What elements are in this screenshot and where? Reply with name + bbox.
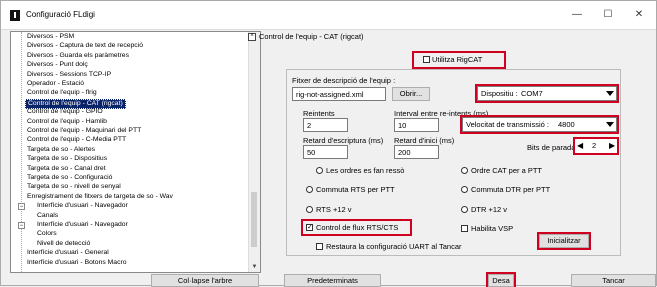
use-rigcat-checkbox[interactable] xyxy=(423,56,430,63)
rts-ptt-label: Commuta RTS per PTT xyxy=(316,185,395,194)
tree-item[interactable]: Targeta de so - Dispositius xyxy=(27,155,107,163)
config-window: Configuració FLdigi — ☐ ✕ Diversos - PSM… xyxy=(0,0,657,287)
chevron-down-icon[interactable] xyxy=(604,118,616,131)
tree-item[interactable]: Diversos - Punt dolç xyxy=(27,61,88,69)
window-title: Configuració FLdigi xyxy=(26,10,95,19)
tree-item[interactable]: Control de l'equip - Maquinari del PTT xyxy=(27,127,141,135)
dtr-ptt-label: Commuta DTR per PTT xyxy=(471,185,551,194)
baud-label: Velocitat de transmissió : xyxy=(466,120,549,129)
device-label: Dispositiu : xyxy=(481,89,518,98)
baud-value: 4800 xyxy=(558,120,575,129)
init-delay-label: Retard d'inici (ms) xyxy=(394,136,455,145)
cat-ptt-radio[interactable] xyxy=(461,167,468,174)
tree-item[interactable]: Targeta de so - Canal dret xyxy=(27,165,106,173)
tree-guide-line xyxy=(21,32,22,272)
stopbits-label: Bits de parada xyxy=(527,143,576,152)
title-bar: Configuració FLdigi — ☐ ✕ xyxy=(1,1,656,30)
tree-item[interactable]: Canals xyxy=(37,212,58,220)
retry-interval-field[interactable]: 10 xyxy=(394,118,439,132)
flow-control-label: Control de flux RTS/CTS xyxy=(316,223,399,232)
vsp-label: Habilita VSP xyxy=(471,224,514,233)
tree-item[interactable]: Control de l'equip - Hamlib xyxy=(27,118,107,126)
tree-item[interactable]: Nivell de detecció xyxy=(37,240,90,248)
tree-item[interactable]: Targeta de so - nivell de senyal xyxy=(27,183,121,191)
tree-item[interactable]: Control de l'equip - flrig xyxy=(27,89,97,97)
increment-icon[interactable]: ▶ xyxy=(609,141,615,150)
rts-ptt-radio[interactable] xyxy=(306,186,313,193)
scrollbar-thumb[interactable] xyxy=(251,192,257,247)
tree-expander-icon[interactable]: − xyxy=(18,203,25,211)
scroll-down-icon[interactable]: ▼ xyxy=(249,263,260,272)
tree-item[interactable]: Interfície d'usuari - General xyxy=(27,249,109,257)
close-button[interactable]: ✕ xyxy=(629,7,649,23)
decrement-icon[interactable]: ◀ xyxy=(577,141,583,150)
tree-item[interactable]: Targeta de so - Configuració xyxy=(27,174,112,182)
minimize-button[interactable]: — xyxy=(567,7,587,23)
tree-item[interactable]: Diversos - Sessions TCP-IP xyxy=(27,71,111,79)
collapse-panel-icon[interactable]: ^ xyxy=(248,33,256,41)
flow-control-checkbox[interactable]: ✓ xyxy=(306,224,313,231)
dtr-ptt-radio[interactable] xyxy=(461,186,468,193)
cat-ptt-label: Ordre CAT per a PTT xyxy=(471,166,542,175)
write-delay-label: Retard d'escriptura (ms) xyxy=(303,136,384,145)
close-dialog-button[interactable]: Tancar xyxy=(571,274,656,287)
app-icon xyxy=(10,10,20,21)
baud-select[interactable]: Velocitat de transmissió : 4800 xyxy=(460,115,619,134)
restore-uart-checkbox[interactable] xyxy=(316,243,323,250)
use-rigcat-frame: Utilitza RigCAT xyxy=(412,51,506,69)
tree-item[interactable]: Colors xyxy=(37,230,57,238)
tree-item[interactable]: Diversos - Captura de text de recepció xyxy=(27,42,143,50)
desc-file-field[interactable]: rig-not-assigned.xml xyxy=(292,87,386,101)
stopbits-spinner[interactable]: ◀ 2 ▶ xyxy=(573,137,619,155)
save-button[interactable]: Desa xyxy=(486,272,516,287)
rts12-radio[interactable] xyxy=(306,206,313,213)
tree-item[interactable]: Control de l'equip - C-Media PTT xyxy=(27,136,126,144)
retries-label: Reintents xyxy=(303,109,335,118)
panel-header: Control de l'equip - CAT (rigcat) xyxy=(259,32,364,41)
stopbits-value: 2 xyxy=(592,141,597,150)
collapse-tree-button[interactable]: Col·lapse l'arbre xyxy=(151,274,259,287)
tree-item[interactable]: Operador - Estació xyxy=(27,80,84,88)
tree-item[interactable]: Interfície d'usuari - Navegador xyxy=(37,202,128,210)
write-delay-field[interactable]: 50 xyxy=(303,145,348,159)
tree-item[interactable]: Interfície d'usuari - Navegador xyxy=(37,221,128,229)
initialize-button[interactable]: Inicialitzar xyxy=(537,232,591,250)
settings-tree[interactable]: Diversos - PSM Diversos - Captura de text… xyxy=(10,31,261,273)
tree-expander-icon[interactable]: − xyxy=(18,222,25,229)
tree-scrollbar[interactable]: ▲ ▼ xyxy=(248,32,260,272)
tree-item[interactable]: Diversos - PSM xyxy=(27,33,74,41)
open-file-button[interactable]: Obrir... xyxy=(392,87,430,101)
retries-field[interactable]: 2 xyxy=(303,118,348,132)
use-rigcat-label: Utilitza RigCAT xyxy=(432,55,483,64)
device-value: COM7 xyxy=(521,89,543,98)
tree-item[interactable]: Targeta de so - Alertes xyxy=(27,146,95,154)
tree-item[interactable]: Control de l'equip - GPIO xyxy=(27,108,103,116)
vsp-checkbox[interactable] xyxy=(461,225,468,232)
flow-control-frame: ✓ Control de flux RTS/CTS xyxy=(301,219,412,236)
desc-file-label: Fitxer de descripció de l'equip : xyxy=(292,76,396,85)
dtr12-label: DTR +12 v xyxy=(471,205,508,214)
init-delay-field[interactable]: 200 xyxy=(394,145,439,159)
device-select[interactable]: Dispositiu : COM7 xyxy=(475,84,619,103)
echo-label: Les ordres es fan ressò xyxy=(326,166,405,175)
dtr12-radio[interactable] xyxy=(461,206,468,213)
chevron-down-icon[interactable] xyxy=(604,87,616,100)
echo-radio[interactable] xyxy=(316,167,323,174)
defaults-button[interactable]: Predeterminats xyxy=(284,274,381,287)
tree-item[interactable]: Enregistrament de fitxers de targeta de … xyxy=(27,193,173,201)
tree-item[interactable]: Diversos - Guarda els paràmetres xyxy=(27,52,129,60)
restore-uart-label: Restaura la configuració UART al Tancar xyxy=(326,242,462,251)
tree-item[interactable]: Interfície d'usuari - Botons Macro xyxy=(27,259,127,267)
rts12-label: RTS +12 v xyxy=(316,205,352,214)
maximize-button[interactable]: ☐ xyxy=(598,7,618,23)
